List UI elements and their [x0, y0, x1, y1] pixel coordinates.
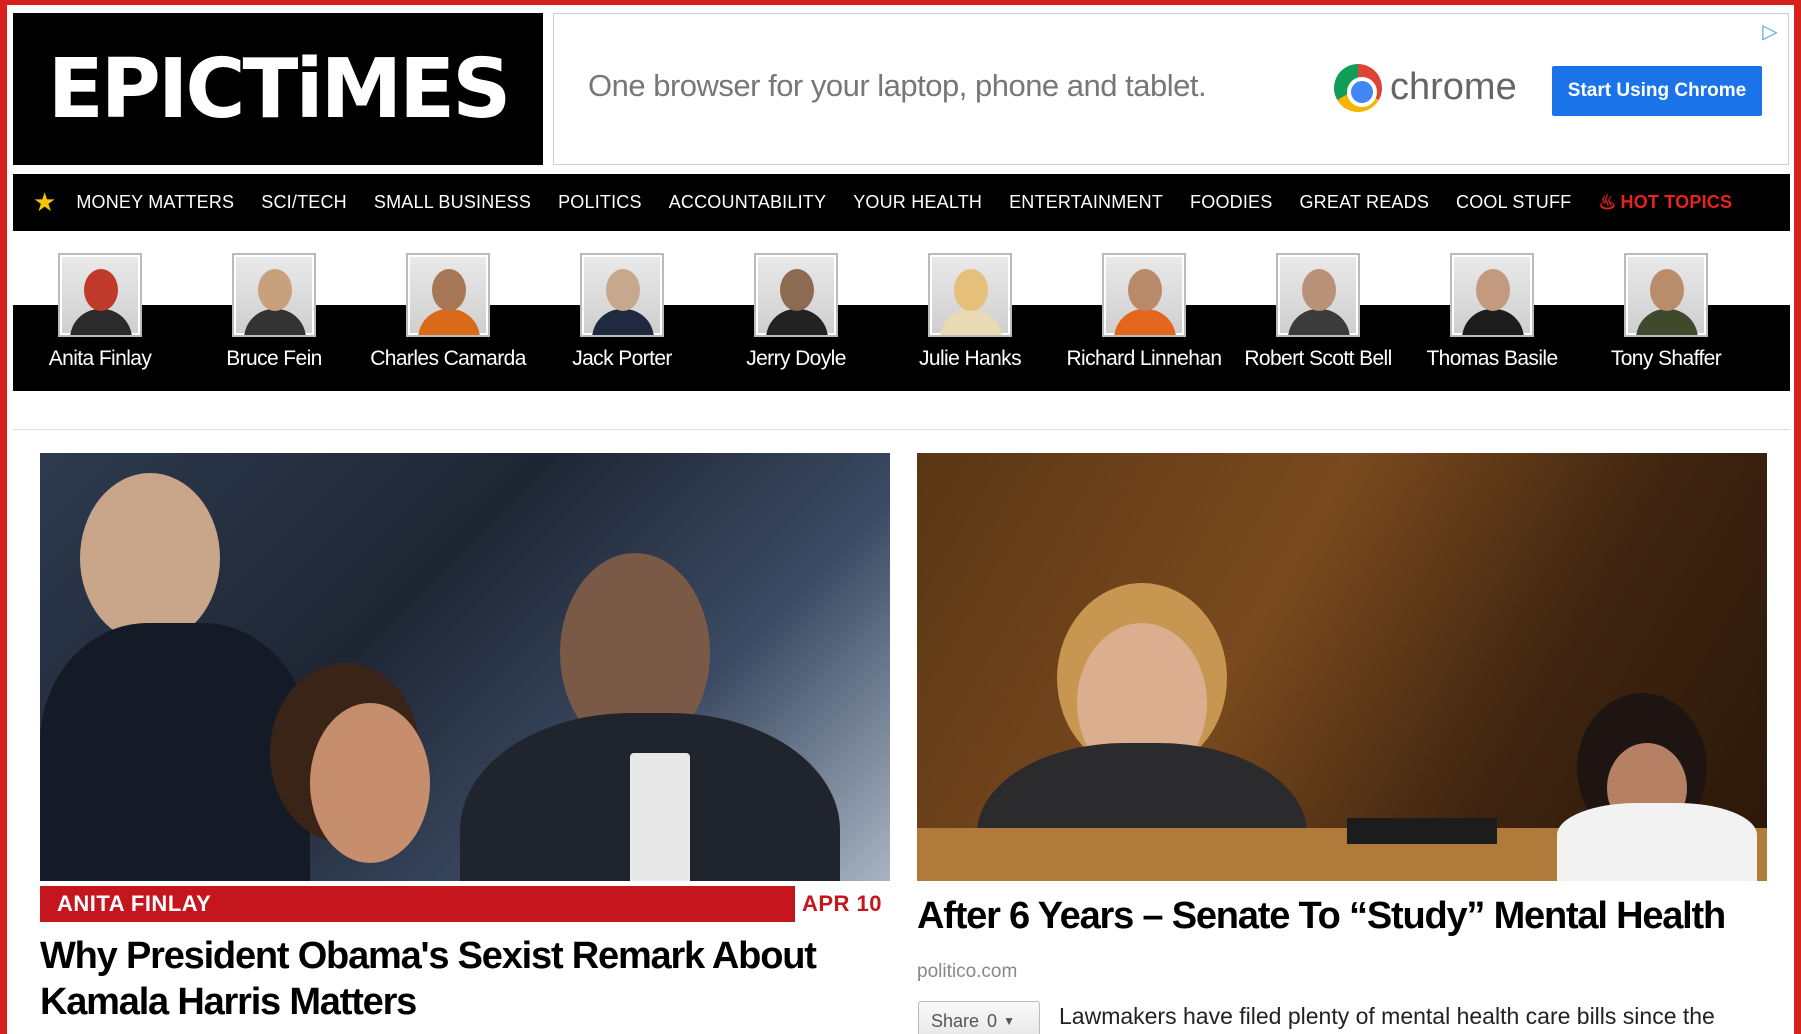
columnist-card[interactable]: Charles Camarda: [361, 253, 535, 391]
avatar: [232, 253, 316, 337]
main-nav: ★ MONEY MATTERS SCI/TECH SMALL BUSINESS …: [13, 174, 1790, 231]
story-excerpt: Lawmakers have filed plenty of mental he…: [1059, 1003, 1715, 1029]
nav-item-foodies[interactable]: FOODIES: [1190, 192, 1272, 213]
nav-item-sci-tech[interactable]: SCI/TECH: [261, 192, 347, 213]
nav-item-money-matters[interactable]: MONEY MATTERS: [76, 192, 234, 213]
columnist-name: Anita Finlay: [48, 347, 152, 370]
start-using-chrome-button[interactable]: Start Using Chrome: [1552, 66, 1762, 116]
section-divider: [13, 429, 1790, 430]
nav-item-small-business[interactable]: SMALL BUSINESS: [374, 192, 531, 213]
share-label: Share: [931, 1010, 980, 1031]
columnist-card[interactable]: Tony Shaffer: [1579, 253, 1753, 391]
columnist-card[interactable]: Jerry Doyle: [709, 253, 883, 391]
columnist-card[interactable]: Robert Scott Bell: [1231, 253, 1405, 391]
chevron-down-icon: ▼: [1003, 1014, 1015, 1028]
nav-item-your-health[interactable]: YOUR HEALTH: [853, 192, 982, 213]
star-icon[interactable]: ★: [33, 187, 56, 218]
avatar: [580, 253, 664, 337]
author-tag[interactable]: ANITA FINLAY: [40, 886, 795, 922]
author-label: ANITA FINLAY: [57, 891, 212, 916]
share-button[interactable]: Share 0 ▼: [918, 1001, 1040, 1034]
columnist-name: Charles Camarda: [370, 347, 526, 370]
nav-item-accountability[interactable]: ACCOUNTABILITY: [669, 192, 827, 213]
columnist-card[interactable]: Bruce Fein: [187, 253, 361, 391]
avatar: [406, 253, 490, 337]
avatar: [928, 253, 1012, 337]
nav-item-entertainment[interactable]: ENTERTAINMENT: [1009, 192, 1163, 213]
story-image-left[interactable]: [40, 453, 890, 881]
columnist-strip: Anita Finlay Bruce Fein Charles Camarda …: [13, 253, 1790, 391]
columnist-card[interactable]: Julie Hanks: [883, 253, 1057, 391]
adchoices-icon[interactable]: ▷: [1758, 20, 1782, 44]
site-logo[interactable]: EPICTiMES: [13, 13, 543, 165]
nav-item-politics[interactable]: POLITICS: [558, 192, 642, 213]
story-date: APR 10: [802, 891, 883, 916]
nav-item-hot-topics[interactable]: ♨ HOT TOPICS: [1598, 190, 1732, 215]
logo-text: EPICTiMES: [47, 41, 512, 137]
avatar: [1450, 253, 1534, 337]
columnist-name: Thomas Basile: [1426, 347, 1558, 370]
avatar: [754, 253, 838, 337]
avatar: [58, 253, 142, 337]
columnist-card[interactable]: Anita Finlay: [13, 253, 187, 391]
columnist-name: Bruce Fein: [226, 347, 322, 370]
columnist-name: Jerry Doyle: [746, 347, 846, 370]
avatar: [1624, 253, 1708, 337]
columnist-card[interactable]: Thomas Basile: [1405, 253, 1579, 391]
ad-tagline: One browser for your laptop, phone and t…: [588, 68, 1207, 103]
chrome-logo-icon: [1334, 64, 1382, 112]
chrome-ad-banner[interactable]: One browser for your laptop, phone and t…: [553, 13, 1789, 165]
avatar: [1102, 253, 1186, 337]
nav-item-great-reads[interactable]: GREAT READS: [1299, 192, 1429, 213]
ad-brand: chrome: [1390, 66, 1517, 108]
story-source[interactable]: politico.com: [917, 961, 1017, 983]
columnist-name: Robert Scott Bell: [1244, 347, 1392, 370]
columnist-card[interactable]: Richard Linnehan: [1057, 253, 1231, 391]
hot-topics-label: HOT TOPICS: [1620, 192, 1733, 212]
avatar: [1276, 253, 1360, 337]
columnist-card[interactable]: Jack Porter: [535, 253, 709, 391]
share-count: 0: [987, 1010, 998, 1031]
flame-icon: ♨: [1598, 192, 1617, 214]
columnist-name: Jack Porter: [572, 347, 672, 370]
columnist-name: Tony Shaffer: [1610, 347, 1722, 370]
story-image-right[interactable]: [917, 453, 1767, 881]
columnist-name: Richard Linnehan: [1066, 347, 1222, 370]
page: EPICTiMES One browser for your laptop, p…: [0, 5, 1801, 1034]
story-headline-right[interactable]: After 6 Years – Senate To “Study” Mental…: [917, 893, 1767, 939]
columnist-name: Julie Hanks: [919, 347, 1022, 370]
story-headline-left[interactable]: Why President Obama's Sexist Remark Abou…: [40, 933, 870, 1025]
nav-item-cool-stuff[interactable]: COOL STUFF: [1456, 192, 1571, 213]
